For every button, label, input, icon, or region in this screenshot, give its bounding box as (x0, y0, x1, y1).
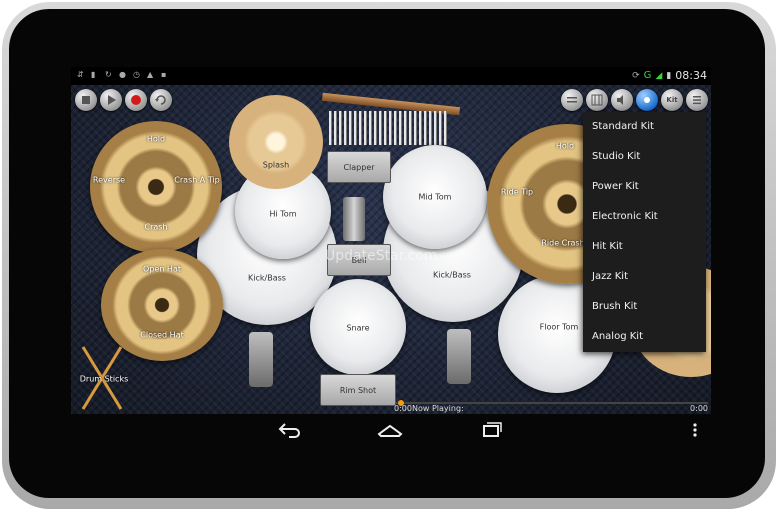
floor-tom-label: Floor Tom (539, 322, 579, 332)
recents-icon (483, 422, 502, 437)
snare-label: Snare (346, 323, 370, 333)
stop-button[interactable] (75, 89, 97, 111)
ride-tip-label: Ride Tip (500, 187, 534, 197)
play-icon (108, 95, 116, 105)
rim-shot-label: Rim Shot (339, 385, 377, 395)
grid-icon (591, 94, 603, 106)
play-button[interactable] (100, 89, 122, 111)
menu-item-standard-kit[interactable]: Standard Kit (583, 112, 706, 142)
overflow-icon (693, 423, 697, 437)
loop-button[interactable] (150, 89, 172, 111)
kit-button[interactable]: Kit (661, 89, 683, 111)
battery-icon: ▮ (666, 70, 672, 81)
watermark: UpdateStar.com (325, 248, 438, 264)
volume-icon (617, 95, 623, 105)
status-bar: ⇵ ▮ ↻ ● ◷ ▲ ▪ ⟳ G ◢ ▮ 08:34 (71, 67, 711, 85)
crash-label: Crash (144, 222, 168, 232)
app-icon: ● (119, 70, 126, 79)
loop-icon (155, 95, 166, 105)
menu-item-hit-kit[interactable]: Hit Kit (583, 232, 706, 262)
cowbell (343, 197, 365, 241)
pedal-right (447, 329, 471, 384)
menu-item-electronic-kit[interactable]: Electronic Kit (583, 202, 706, 232)
clock: 08:34 (675, 69, 707, 82)
notification-icons: ⇵ ▮ ↻ ● ◷ ▲ ▪ (77, 70, 169, 80)
mixer-icon (567, 97, 577, 103)
kit-menu: Standard Kit Studio Kit Power Kit Electr… (583, 112, 706, 352)
kick-bass-left-label: Kick/Bass (248, 273, 286, 283)
crash-a-tip-label: Crash A Tip (174, 175, 220, 185)
clock-notify-icon: ◷ (133, 70, 140, 79)
grid-button[interactable] (586, 89, 608, 111)
splash-cymbal[interactable] (229, 95, 323, 189)
recents-button[interactable] (479, 420, 503, 440)
menu-button[interactable] (686, 89, 708, 111)
record-icon (131, 95, 141, 105)
drum-sticks-label: Drum Sticks (79, 374, 129, 384)
warning-icon: ▲ (147, 70, 154, 79)
sd-card-icon: ▪ (161, 70, 167, 79)
tap-button[interactable] (636, 89, 658, 111)
signal-icon: ◢ (655, 70, 663, 81)
menu-item-analog-kit[interactable]: Analog Kit (583, 322, 706, 352)
menu-item-jazz-kit[interactable]: Jazz Kit (583, 262, 706, 292)
mid-tom-label: Mid Tom (418, 192, 452, 202)
rotate-icon: ⟳ (632, 70, 640, 81)
usb-icon: ⇵ (77, 70, 84, 79)
mixer-button[interactable] (561, 89, 583, 111)
ride-crash-label: Ride Crash (541, 238, 585, 248)
hi-tom-label: Hi Tom (269, 209, 297, 219)
clapper-pad[interactable]: Clapper (327, 151, 391, 183)
menu-item-power-kit[interactable]: Power Kit (583, 172, 706, 202)
remaining-time: 0:00 (690, 404, 708, 413)
pedal-left (249, 332, 273, 387)
app-screen: ⇵ ▮ ↻ ● ◷ ▲ ▪ ⟳ G ◢ ▮ 08:34 Kit Kick/Bas… (71, 67, 711, 414)
system-icons: ⟳ G ◢ ▮ 08:34 (632, 69, 707, 82)
menu-item-brush-kit[interactable]: Brush Kit (583, 292, 706, 322)
now-playing-label: Now Playing: (412, 404, 464, 413)
elapsed-time: 0:00 (394, 404, 412, 413)
kit-label: Kit (666, 96, 678, 104)
ride-hold-label: Hold (555, 141, 575, 151)
volume-button[interactable] (611, 89, 633, 111)
back-icon (278, 423, 300, 438)
menu-icon (693, 96, 701, 105)
menu-item-studio-kit[interactable]: Studio Kit (583, 142, 706, 172)
network-type: G (643, 70, 652, 81)
crash-hold-label: Hold (146, 134, 166, 144)
playback-bar: 0:00 Now Playing: 0:00 (71, 398, 711, 414)
battery-notify-icon: ▮ (91, 70, 96, 79)
home-button[interactable] (377, 422, 403, 440)
record-button[interactable] (125, 89, 147, 111)
navigation-bar (71, 414, 711, 448)
kick-bass-right-label: Kick/Bass (433, 270, 471, 280)
crash-reverse-label: Reverse (92, 175, 126, 185)
chimes (329, 111, 449, 145)
stop-icon (82, 96, 90, 104)
overflow-button[interactable] (691, 420, 699, 440)
open-hat-label: Open Hat (143, 264, 181, 274)
clapper-label: Clapper (343, 162, 375, 172)
closed-hat-label: Closed Hat (140, 330, 184, 340)
splash-label: Splash (262, 160, 290, 170)
back-button[interactable] (277, 420, 303, 440)
home-icon (377, 424, 403, 437)
sync-icon: ↻ (105, 70, 112, 79)
tap-icon (644, 97, 650, 103)
